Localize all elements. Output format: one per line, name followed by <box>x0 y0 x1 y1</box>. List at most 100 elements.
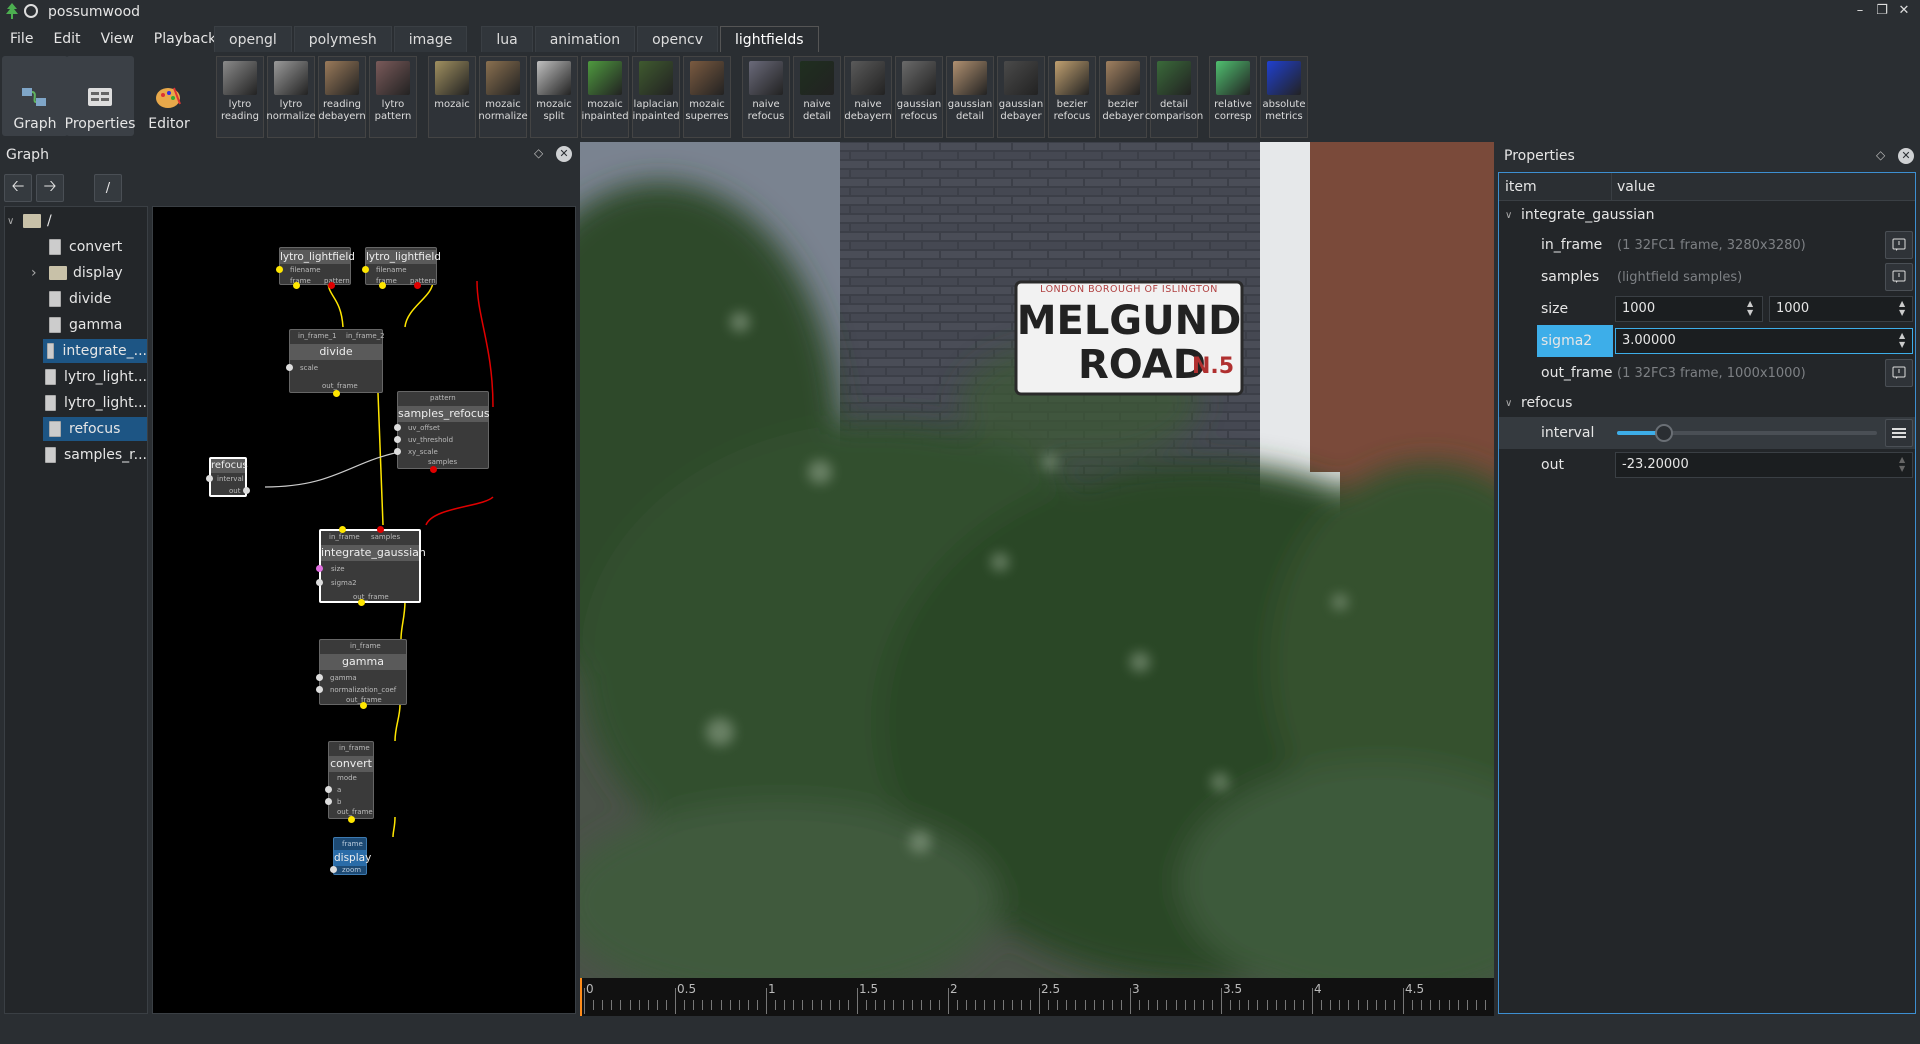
tool-button[interactable]: mozaic inpainted <box>581 56 629 138</box>
tool-button[interactable]: mozaic split <box>530 56 578 138</box>
port-dot[interactable] <box>316 674 323 681</box>
port-dot[interactable] <box>339 526 346 533</box>
tool-button[interactable]: lytro reading <box>216 56 264 138</box>
tree-item[interactable]: lytro_light... <box>5 365 147 389</box>
port-dot[interactable] <box>379 282 386 289</box>
tree-item[interactable]: convert <box>5 235 147 259</box>
node-refocus[interactable]: refocus interval out <box>206 457 250 497</box>
tab-polymesh[interactable]: polymesh <box>293 26 392 52</box>
tab-animation[interactable]: animation <box>534 26 636 52</box>
spin-arrows-icon[interactable]: ▲ ▼ <box>1899 331 1905 349</box>
path-breadcrumb[interactable]: / <box>94 174 122 202</box>
tree-item[interactable]: › display <box>5 261 147 285</box>
node-gamma[interactable]: in_frame gamma gamma normalization_coef … <box>316 639 407 709</box>
port-dot[interactable] <box>414 282 421 289</box>
tool-button[interactable]: mozaic normalize <box>478 56 528 138</box>
node-samples-refocus[interactable]: pattern samples_refocus uv_offset uv_thr… <box>394 391 490 473</box>
playhead[interactable] <box>580 978 582 1016</box>
size-height-spinbox[interactable]: 1000 <box>1769 296 1913 322</box>
inspect-icon[interactable] <box>1885 263 1913 291</box>
node-display[interactable]: frame display zoom <box>330 837 371 875</box>
port-dot[interactable] <box>206 475 213 482</box>
port-dot[interactable] <box>325 786 332 793</box>
forward-arrow-icon[interactable]: 🡢 <box>36 174 64 202</box>
collapse-icon[interactable]: ∨ <box>7 216 23 227</box>
column-item-header[interactable]: item <box>1505 179 1537 195</box>
minimize-icon[interactable]: – <box>1852 3 1868 19</box>
port-dot[interactable] <box>394 436 401 443</box>
port-dot[interactable] <box>316 565 323 572</box>
tool-button[interactable]: mozaic superres <box>683 56 731 138</box>
tool-button[interactable]: gaussian refocus <box>895 56 943 138</box>
inspect-icon[interactable] <box>1885 359 1913 387</box>
size-width-spinbox[interactable]: 1000 <box>1615 296 1763 322</box>
tool-button[interactable]: absolute metrics <box>1260 56 1308 138</box>
port-dot[interactable] <box>325 798 332 805</box>
port-dot[interactable] <box>362 266 369 273</box>
port-dot[interactable] <box>430 466 437 473</box>
menu-view[interactable]: View <box>91 28 144 50</box>
port-dot[interactable] <box>316 686 323 693</box>
menu-file[interactable]: File <box>0 28 43 50</box>
port-dot[interactable] <box>394 448 401 455</box>
port-dot[interactable] <box>360 702 367 709</box>
menu-icon[interactable] <box>1885 419 1913 447</box>
maximize-icon[interactable]: ❐ <box>1874 3 1890 19</box>
tab-opengl[interactable]: opengl <box>214 26 292 52</box>
tool-button[interactable]: mozaic <box>428 56 476 138</box>
close-panel-icon[interactable]: ✕ <box>556 146 572 162</box>
app-menu-icon[interactable] <box>24 4 38 18</box>
sigma2-spinbox[interactable]: 3.00000 <box>1615 328 1913 354</box>
properties-mode-button[interactable]: Properties <box>65 56 135 136</box>
port-dot[interactable] <box>328 282 335 289</box>
node-integrate-gaussian[interactable]: in_frame samples integrate_gaussian size… <box>316 526 426 606</box>
tool-button[interactable]: detail comparison <box>1145 56 1203 138</box>
image-viewport[interactable]: LONDON BOROUGH OF ISLINGTON MELGUND ROAD… <box>580 142 1494 978</box>
tool-button[interactable]: bezier refocus <box>1048 56 1096 138</box>
port-dot[interactable] <box>377 526 384 533</box>
node-lytro-lightfield-1[interactable]: lytro_lightfield filename frame pattern <box>276 247 355 289</box>
group-refocus[interactable]: ∨ refocus <box>1499 389 1915 417</box>
tree-item[interactable]: lytro_light... <box>5 391 147 415</box>
collapse-icon[interactable]: ∨ <box>1505 210 1512 221</box>
collapse-icon[interactable]: ∨ <box>1505 398 1512 409</box>
slider-handle[interactable] <box>1654 424 1673 442</box>
port-dot[interactable] <box>394 424 401 431</box>
port-dot[interactable] <box>316 579 323 586</box>
tool-button[interactable]: gaussian detail <box>946 56 994 138</box>
float-panel-icon[interactable]: ◇ <box>1876 148 1885 162</box>
port-dot[interactable] <box>286 364 293 371</box>
port-dot[interactable] <box>243 487 250 494</box>
timeline[interactable]: 0 0.5 1 1.5 2 2.5 3 3.5 4 4.5 <box>580 978 1494 1016</box>
tree-item[interactable]: divide <box>5 287 147 311</box>
graph-mode-button[interactable]: Graph <box>2 56 68 136</box>
tool-button[interactable]: naive refocus <box>742 56 790 138</box>
group-integrate-gaussian[interactable]: ∨ integrate_gaussian <box>1499 201 1915 229</box>
menu-edit[interactable]: Edit <box>43 28 90 50</box>
tool-button[interactable]: laplacian inpainted <box>632 56 680 138</box>
close-window-icon[interactable]: ✕ <box>1896 3 1912 19</box>
back-arrow-icon[interactable]: 🡠 <box>4 174 32 202</box>
interval-slider[interactable] <box>1617 424 1877 442</box>
close-panel-icon[interactable]: ✕ <box>1898 148 1914 164</box>
tool-button[interactable]: naive debayern <box>844 56 892 138</box>
tab-image[interactable]: image <box>393 26 468 52</box>
tab-opencv[interactable]: opencv <box>637 26 719 52</box>
tab-lightfields[interactable]: lightfields <box>720 26 819 52</box>
tree-item[interactable]: integrate_... <box>43 339 147 363</box>
node-divide[interactable]: in_frame_1 in_frame_2 divide scale out_f… <box>286 329 385 397</box>
tool-button[interactable]: lytro pattern <box>369 56 417 138</box>
port-dot[interactable] <box>348 816 355 823</box>
column-value-header[interactable]: value <box>1617 179 1655 195</box>
tree-root[interactable]: ∨ / <box>5 209 147 233</box>
tool-button[interactable]: bezier debayer <box>1099 56 1147 138</box>
tool-button[interactable]: lytro normalize <box>266 56 316 138</box>
port-dot[interactable] <box>293 282 300 289</box>
tree-item[interactable]: refocus <box>43 417 147 441</box>
node-convert[interactable]: in_frame convert mode a b out_frame <box>325 741 374 823</box>
tree-item[interactable]: gamma <box>5 313 147 337</box>
spin-arrows-icon[interactable]: ▲ ▼ <box>1747 299 1753 317</box>
spin-arrows-icon[interactable]: ▲ ▼ <box>1899 299 1905 317</box>
tool-button[interactable]: reading debayern <box>318 56 366 138</box>
node-graph-canvas[interactable]: lytro_lightfield filename frame pattern … <box>152 206 576 1014</box>
